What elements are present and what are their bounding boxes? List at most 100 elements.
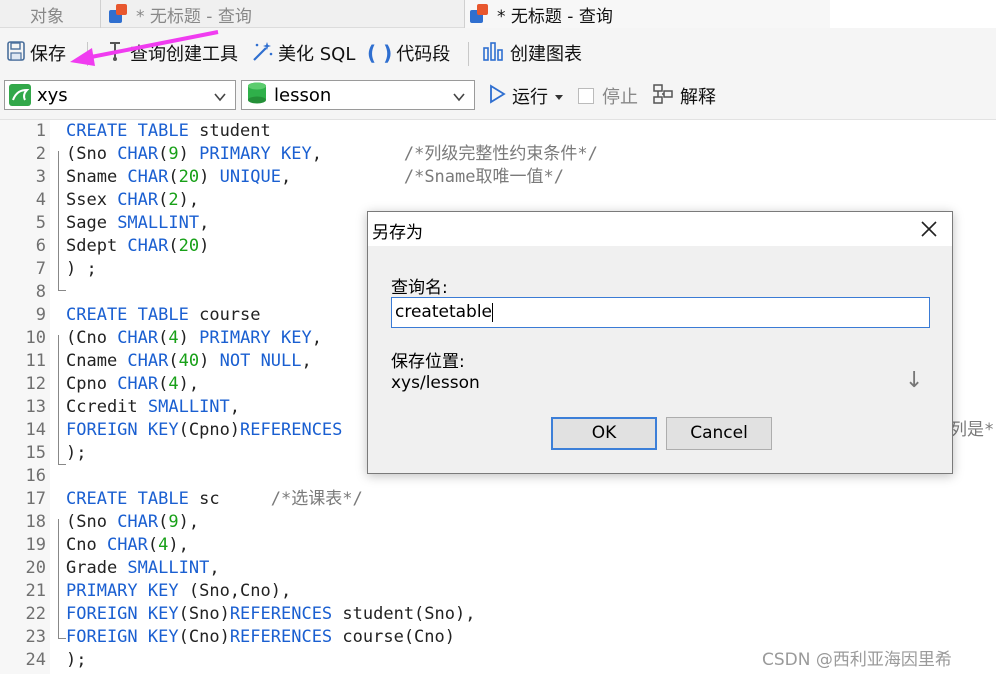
line-number: 15: [25, 443, 46, 463]
code-line: PRIMARY KEY (Sno,Cno),: [66, 581, 292, 601]
fold-marker[interactable]: [58, 335, 66, 465]
code-line: CREATE TABLE sc /*选课表*/: [66, 489, 363, 509]
fold-marker[interactable]: [58, 519, 66, 639]
line-number: 16: [25, 466, 46, 486]
tab-untitled-query-1[interactable]: * 无标题 - 查询: [104, 0, 462, 28]
run-button[interactable]: 运行: [488, 83, 564, 109]
tab-label: * 无标题 - 查询: [497, 6, 613, 27]
line-number: 17: [25, 489, 46, 509]
query-name-input[interactable]: createtable: [391, 297, 930, 328]
tab-bar-empty-area: [830, 0, 996, 28]
code-line: Sdept CHAR(20): [66, 236, 210, 256]
cancel-button[interactable]: Cancel: [666, 417, 772, 450]
create-chart-button[interactable]: 创建图表: [482, 40, 582, 66]
line-number: 21: [25, 581, 46, 601]
run-label: 运行: [512, 87, 548, 108]
tab-label: * 无标题 - 查询: [136, 6, 252, 27]
dialog-titlebar: 另存为: [368, 212, 952, 246]
line-number: 14: [25, 420, 46, 440]
dialog-title: 另存为: [372, 223, 423, 243]
query-tab-icon: [108, 4, 128, 24]
tab-untitled-query-2[interactable]: * 无标题 - 查询: [465, 0, 830, 28]
save-icon: [6, 40, 26, 67]
query-tab-icon: [469, 4, 489, 24]
stop-button[interactable]: 停止: [578, 83, 638, 109]
explain-icon: [652, 83, 676, 110]
query-builder-label: 查询创建工具: [130, 44, 238, 65]
save-label: 保存: [30, 44, 66, 65]
line-number: 18: [25, 512, 46, 532]
connection-select[interactable]: xys: [4, 80, 236, 110]
line-number: 1: [35, 121, 46, 141]
tab-objects[interactable]: 对象: [30, 0, 64, 28]
line-number: 5: [35, 213, 46, 233]
code-line: Ssex CHAR(2),: [66, 190, 200, 210]
query-name-value: createtable: [395, 302, 493, 322]
line-number: 19: [25, 535, 46, 555]
chart-icon: [482, 40, 506, 67]
line-number: 9: [35, 305, 46, 325]
toolbar-divider: [468, 42, 469, 66]
code-line: Ccredit SMALLINT,: [66, 397, 241, 417]
line-number: 7: [35, 259, 46, 279]
line-number: 8: [35, 282, 46, 302]
beautify-sql-label: 美化 SQL: [278, 44, 356, 65]
beautify-sql-button[interactable]: 美化 SQL: [250, 40, 355, 66]
toolbar: 保存 查询创建工具 美化 SQL ( ) 代码段 创建图表: [0, 28, 996, 78]
line-number: 3: [35, 167, 46, 187]
code-snippet-label: 代码段: [396, 44, 451, 65]
ok-button[interactable]: OK: [551, 417, 657, 450]
code-line: Cname CHAR(40) NOT NULL,: [66, 351, 312, 371]
code-snippet-button[interactable]: ( ) 代码段: [367, 40, 450, 66]
create-chart-label: 创建图表: [510, 44, 582, 65]
code-line: (Sno CHAR(9) PRIMARY KEY, /*列级完整性约束条件*/: [66, 144, 598, 164]
line-number: 6: [35, 236, 46, 256]
watermark: CSDN @西利亚海因里希: [762, 650, 952, 670]
code-line: Grade SMALLINT,: [66, 558, 220, 578]
down-arrow-icon[interactable]: ↓: [905, 368, 923, 393]
text-caret: [492, 302, 494, 322]
tab-divider: [100, 0, 101, 28]
save-button[interactable]: 保存: [6, 40, 66, 66]
line-number: 12: [25, 374, 46, 394]
code-line: ) ;: [66, 259, 97, 279]
line-number: 2: [35, 144, 46, 164]
tab-label: 对象: [30, 6, 64, 27]
code-line: CREATE TABLE student: [66, 121, 271, 141]
code-line: (Sno CHAR(9),: [66, 512, 200, 532]
chevron-down-icon: [452, 88, 466, 109]
code-line: (Cno CHAR(4) PRIMARY KEY,: [66, 328, 322, 348]
selector-bar: xys lesson 运行 停止 解释: [0, 78, 996, 120]
database-icon: [246, 81, 268, 110]
query-builder-button[interactable]: 查询创建工具: [106, 40, 238, 66]
explain-button[interactable]: 解释: [652, 83, 716, 109]
code-line: FOREIGN KEY(Cpno)REFERENCES: [66, 420, 343, 440]
explain-label: 解释: [680, 87, 716, 108]
line-number: 4: [35, 190, 46, 210]
code-line: );: [66, 443, 87, 463]
fold-marker[interactable]: [58, 151, 66, 291]
code-line: Cno CHAR(4),: [66, 535, 189, 555]
query-builder-icon: [106, 40, 126, 67]
stop-label: 停止: [602, 87, 638, 108]
magic-wand-icon: [250, 40, 274, 67]
database-value: lesson: [274, 84, 332, 106]
line-number: 23: [25, 627, 46, 647]
mysql-connection-icon: [9, 84, 31, 106]
query-name-label: 查询名:: [391, 278, 448, 298]
line-number: 22: [25, 604, 46, 624]
line-number: 11: [25, 351, 46, 371]
line-number: 20: [25, 558, 46, 578]
stop-checkbox-icon: [578, 88, 594, 104]
code-line: CREATE TABLE course: [66, 305, 261, 325]
code-line: );: [66, 650, 87, 670]
line-number: 13: [25, 397, 46, 417]
dropdown-caret-icon[interactable]: [554, 86, 564, 107]
code-overflow-text: 列是*: [950, 420, 995, 440]
play-icon: [488, 83, 506, 109]
database-select[interactable]: lesson: [241, 80, 475, 110]
close-icon[interactable]: [920, 220, 938, 238]
code-line: FOREIGN KEY(Cno)REFERENCES course(Cno): [66, 627, 455, 647]
line-number: 24: [25, 650, 46, 670]
save-location-value: xys/lesson: [391, 373, 480, 393]
